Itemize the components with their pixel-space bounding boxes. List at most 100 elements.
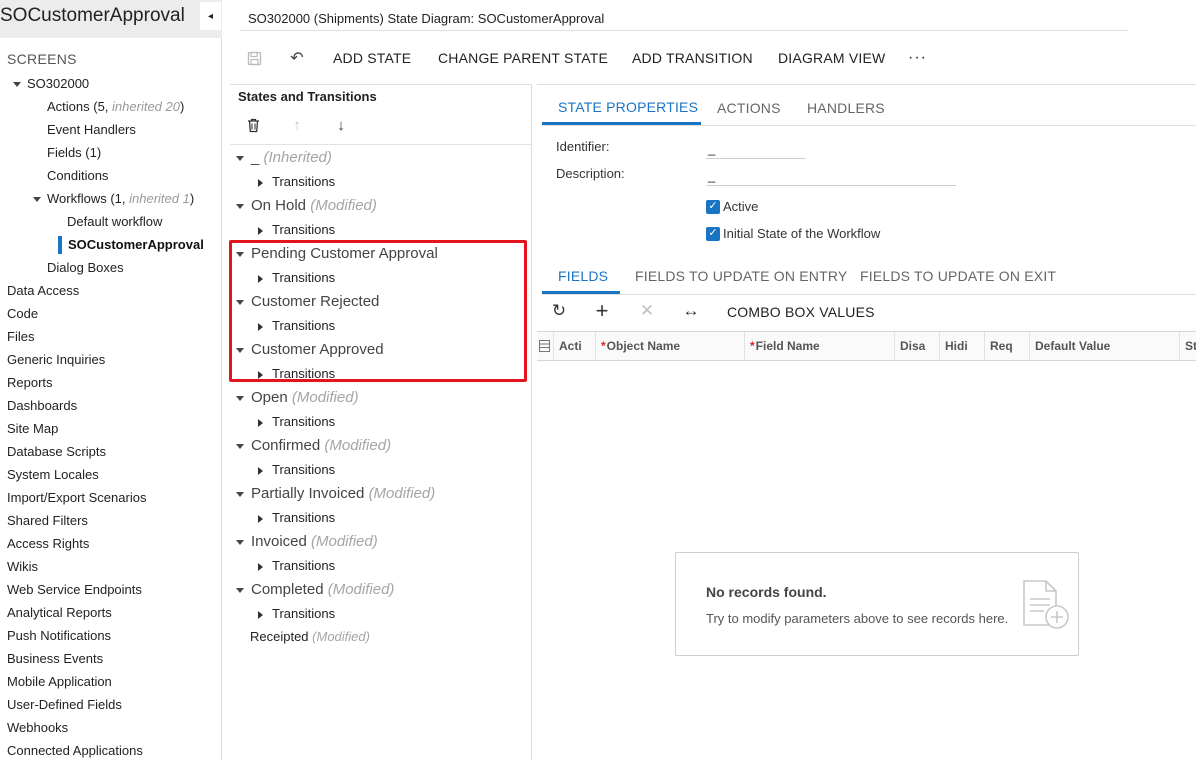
chevron-down-icon[interactable] xyxy=(236,155,244,161)
tab-handlers[interactable]: HANDLERS xyxy=(807,100,885,116)
column-settings-icon[interactable] xyxy=(537,332,554,360)
sidebar-item-reports[interactable]: Reports xyxy=(7,375,53,390)
chevron-right-icon[interactable] xyxy=(258,226,263,235)
sidebar-item-conditions[interactable]: Conditions xyxy=(47,168,108,183)
states-divider xyxy=(230,144,531,145)
more-options-icon[interactable]: ··· xyxy=(908,44,927,72)
save-icon[interactable] xyxy=(242,44,266,72)
sidebar-item-mobile-application[interactable]: Mobile Application xyxy=(7,674,112,689)
sidebar-item-dialog-boxes[interactable]: Dialog Boxes xyxy=(47,260,124,275)
sidebar-item-system-locales[interactable]: System Locales xyxy=(7,467,99,482)
sidebar-item-generic-inquiries[interactable]: Generic Inquiries xyxy=(7,352,105,367)
chevron-down-icon[interactable] xyxy=(236,587,244,593)
sidebar-item-default-workflow[interactable]: Default workflow xyxy=(67,214,162,229)
chevron-down-icon[interactable] xyxy=(13,82,21,88)
fit-to-screen-icon[interactable]: ↔ xyxy=(681,300,701,322)
transitions-row[interactable]: Transitions xyxy=(258,414,335,429)
active-checkbox[interactable]: ✓ Active xyxy=(706,199,758,214)
chevron-right-icon[interactable] xyxy=(258,610,263,619)
sidebar-item-wikis[interactable]: Wikis xyxy=(7,559,38,574)
sidebar-item-fields[interactable]: Fields (1) xyxy=(47,145,101,160)
add-state-button[interactable]: ADD STATE xyxy=(333,44,411,72)
sidebar-item-files[interactable]: Files xyxy=(7,329,34,344)
column-header-active[interactable]: Acti xyxy=(554,332,596,360)
sidebar-item-workflows[interactable]: Workflows (1, inherited 1) xyxy=(33,191,194,206)
sidebar-item-import-export-scenarios[interactable]: Import/Export Scenarios xyxy=(7,490,146,505)
undo-icon[interactable]: ↶ xyxy=(285,44,309,72)
state-row-receipted[interactable]: Receipted (Modified) xyxy=(250,629,370,644)
sidebar-item-business-events[interactable]: Business Events xyxy=(7,651,103,666)
tab-fields[interactable]: FIELDS xyxy=(558,268,608,284)
empty-state-box: No records found. Try to modify paramete… xyxy=(675,552,1079,656)
sidebar-item-actions[interactable]: Actions (5, inherited 20) xyxy=(47,99,184,114)
transitions-row[interactable]: Transitions xyxy=(258,222,335,237)
change-parent-state-button[interactable]: CHANGE PARENT STATE xyxy=(438,44,608,72)
sidebar-item-access-rights[interactable]: Access Rights xyxy=(7,536,89,551)
column-header-required[interactable]: Req xyxy=(985,332,1030,360)
sidebar-item-socustomerapproval[interactable]: SOCustomerApproval xyxy=(68,237,204,252)
checkbox-checked-icon[interactable]: ✓ xyxy=(706,226,720,241)
chevron-down-icon[interactable] xyxy=(236,203,244,209)
state-row[interactable]: Invoiced (Modified) xyxy=(236,533,378,550)
diagram-view-button[interactable]: DIAGRAM VIEW xyxy=(778,44,885,72)
column-header-field-name[interactable]: * Field Name xyxy=(745,332,895,360)
tab-fields-on-entry[interactable]: FIELDS TO UPDATE ON ENTRY xyxy=(635,268,847,284)
sidebar-item-event-handlers[interactable]: Event Handlers xyxy=(47,122,136,137)
state-row[interactable]: On Hold (Modified) xyxy=(236,197,377,214)
add-row-icon[interactable]: + xyxy=(592,298,612,323)
delete-icon[interactable] xyxy=(242,115,264,135)
state-row[interactable]: Open (Modified) xyxy=(236,389,359,406)
transitions-row[interactable]: Transitions xyxy=(258,558,335,573)
state-row[interactable]: Completed (Modified) xyxy=(236,581,394,598)
sidebar-item-connected-applications[interactable]: Connected Applications xyxy=(7,743,143,758)
state-row[interactable]: _ (Inherited) xyxy=(236,149,332,166)
sidebar-item-user-defined-fields[interactable]: User-Defined Fields xyxy=(7,697,122,712)
identifier-field[interactable]: _ xyxy=(706,141,806,159)
column-header-default-value[interactable]: Default Value xyxy=(1030,332,1180,360)
transitions-row[interactable]: Transitions xyxy=(258,174,335,189)
chevron-down-icon[interactable] xyxy=(236,395,244,401)
combo-box-values-button[interactable]: COMBO BOX VALUES xyxy=(727,304,875,320)
column-header-hidden[interactable]: Hidi xyxy=(940,332,985,360)
description-field[interactable]: _ xyxy=(706,168,956,186)
column-header-object-name[interactable]: * Object Name xyxy=(596,332,745,360)
transitions-row[interactable]: Transitions xyxy=(258,510,335,525)
chevron-down-icon[interactable] xyxy=(236,539,244,545)
chevron-down-icon[interactable] xyxy=(236,443,244,449)
state-row[interactable]: Confirmed (Modified) xyxy=(236,437,391,454)
move-down-icon[interactable]: ↓ xyxy=(330,115,352,135)
checkbox-checked-icon[interactable]: ✓ xyxy=(706,199,720,214)
sidebar-item-shared-filters[interactable]: Shared Filters xyxy=(7,513,88,528)
sidebar-item-data-access[interactable]: Data Access xyxy=(7,283,79,298)
chevron-right-icon[interactable] xyxy=(258,178,263,187)
chevron-right-icon[interactable] xyxy=(258,562,263,571)
add-transition-button[interactable]: ADD TRANSITION xyxy=(632,44,753,72)
transitions-row[interactable]: Transitions xyxy=(258,462,335,477)
sidebar-item-push-notifications[interactable]: Push Notifications xyxy=(7,628,111,643)
sidebar-item-database-scripts[interactable]: Database Scripts xyxy=(7,444,106,459)
chevron-right-icon[interactable] xyxy=(258,418,263,427)
sidebar-item-dashboards[interactable]: Dashboards xyxy=(7,398,77,413)
chevron-right-icon[interactable] xyxy=(258,466,263,475)
chevron-down-icon[interactable] xyxy=(236,491,244,497)
sidebar-item-web-service-endpoints[interactable]: Web Service Endpoints xyxy=(7,582,142,597)
sidebar-item-code[interactable]: Code xyxy=(7,306,38,321)
refresh-icon[interactable]: ↻ xyxy=(549,300,569,322)
sidebar-item-analytical-reports[interactable]: Analytical Reports xyxy=(7,605,112,620)
state-row[interactable]: Partially Invoiced (Modified) xyxy=(236,485,435,502)
column-header-disabled[interactable]: Disa xyxy=(895,332,940,360)
transitions-row[interactable]: Transitions xyxy=(258,606,335,621)
sidebar-item-site-map[interactable]: Site Map xyxy=(7,421,58,436)
column-header-status[interactable]: St xyxy=(1180,332,1196,360)
tab-fields-on-exit[interactable]: FIELDS TO UPDATE ON EXIT xyxy=(860,268,1056,284)
chevron-right-icon[interactable] xyxy=(258,514,263,523)
sidebar-item-webhooks[interactable]: Webhooks xyxy=(7,720,68,735)
tab-state-properties[interactable]: STATE PROPERTIES xyxy=(558,99,698,115)
initial-state-checkbox[interactable]: ✓ Initial State of the Workflow xyxy=(706,226,880,241)
chevron-down-icon[interactable] xyxy=(33,197,41,203)
move-up-icon[interactable]: ↑ xyxy=(286,115,308,135)
collapse-sidebar-icon[interactable]: ◂ xyxy=(200,2,221,30)
delete-row-icon[interactable]: ✕ xyxy=(637,300,657,322)
tab-actions[interactable]: ACTIONS xyxy=(717,100,781,116)
sidebar-item-so302000[interactable]: SO302000 xyxy=(13,76,89,91)
